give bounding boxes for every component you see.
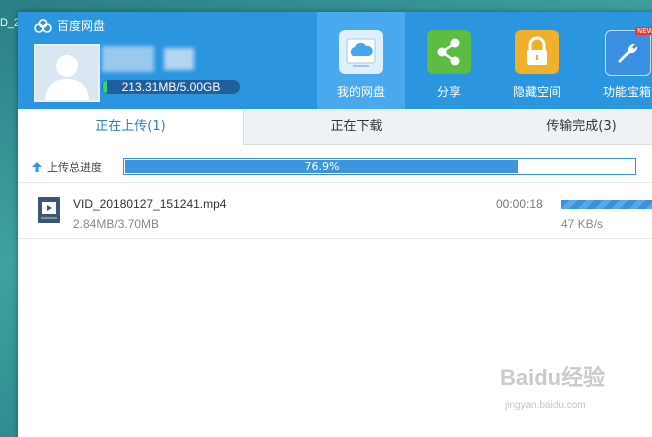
storage-quota: 213.31MB/5.00GB bbox=[102, 80, 240, 94]
nav-share-label: 分享 bbox=[436, 85, 461, 99]
overall-progress-bar: 76.9% bbox=[123, 158, 636, 175]
tab-downloading[interactable]: 正在下载 bbox=[244, 109, 469, 144]
watermark-brand: Baidu经验 bbox=[500, 365, 606, 390]
baidu-cloud-logo-icon bbox=[34, 18, 52, 33]
avatar[interactable] bbox=[34, 44, 100, 102]
new-badge: NEW bbox=[635, 27, 652, 35]
username-blurred-2 bbox=[164, 48, 194, 70]
app-title: 百度网盘 bbox=[57, 19, 106, 33]
nav-share[interactable]: 分享 bbox=[405, 12, 493, 109]
video-file-icon bbox=[38, 197, 60, 223]
upload-arrow-icon bbox=[32, 162, 42, 172]
list-item[interactable]: VID_20180127_151241.mp4 2.84MB/3.70MB 00… bbox=[18, 184, 652, 239]
tab-completed[interactable]: 传输完成(3) bbox=[469, 109, 652, 144]
cloud-icon bbox=[339, 30, 383, 74]
nav-toolbox-label: 功能宝箱 bbox=[602, 85, 651, 99]
file-remaining-time: 00:00:18 bbox=[496, 197, 543, 211]
watermark-url: jingyan.baidu.com bbox=[505, 400, 586, 411]
lock-icon bbox=[515, 30, 559, 74]
nav-toolbox[interactable]: NEW 功能宝箱 bbox=[583, 12, 652, 109]
username-blurred bbox=[102, 46, 154, 72]
file-name: VID_20180127_151241.mp4 bbox=[73, 197, 227, 211]
nav-hidden-space-label: 隐藏空间 bbox=[512, 85, 561, 99]
app-logo: 百度网盘 bbox=[34, 17, 105, 34]
transfer-tabs: 正在上传(1) 正在下载 传输完成(3) bbox=[18, 109, 652, 145]
wrench-icon bbox=[605, 30, 651, 76]
file-speed: 47 KB/s bbox=[561, 217, 604, 231]
nav-my-disk[interactable]: 我的网盘 bbox=[317, 12, 405, 109]
tab-uploading[interactable]: 正在上传(1) bbox=[18, 109, 244, 145]
overall-progress-text: 上传总进度 bbox=[47, 161, 102, 174]
file-progress-bar bbox=[561, 200, 652, 209]
file-size: 2.84MB/3.70MB bbox=[73, 217, 160, 231]
header: 百度网盘 213.31MB/5.00GB 我的网盘 分享 隐藏空间 NEW 功能… bbox=[18, 12, 652, 109]
user-silhouette-icon bbox=[45, 55, 89, 100]
overall-progress-label: 上传总进度 bbox=[32, 159, 102, 175]
overall-progress-percent: 76.9% bbox=[304, 160, 340, 173]
nav-hidden-space[interactable]: 隐藏空间 bbox=[493, 12, 581, 109]
quota-fill bbox=[103, 81, 107, 93]
quota-text: 213.31MB/5.00GB bbox=[121, 80, 221, 94]
share-icon bbox=[427, 30, 471, 74]
nav-my-disk-label: 我的网盘 bbox=[336, 85, 385, 99]
overall-progress-row: 上传总进度 76.9% bbox=[18, 152, 652, 183]
